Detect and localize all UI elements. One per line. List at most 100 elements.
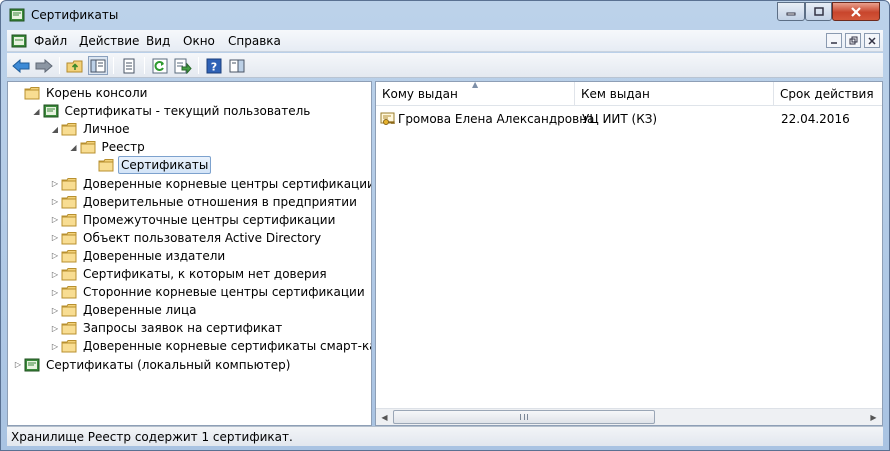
folder-icon xyxy=(24,87,40,100)
export-list-button[interactable] xyxy=(173,56,193,75)
tree-item[interactable]: ◢ Личное xyxy=(49,120,131,138)
maximize-button[interactable] xyxy=(805,2,832,21)
menu-action[interactable]: Действие xyxy=(79,34,139,48)
minimize-button[interactable] xyxy=(777,2,805,21)
collapsed-arrow-icon[interactable]: ▷ xyxy=(12,359,24,371)
scroll-right-button[interactable]: ▶ xyxy=(865,409,882,425)
collapsed-arrow-icon[interactable]: ▷ xyxy=(49,196,61,208)
up-one-level-button[interactable] xyxy=(65,56,85,75)
folder-icon xyxy=(61,195,77,209)
refresh-button[interactable] xyxy=(150,56,170,75)
menu-bar: Файл Действие Вид Окно Справка xyxy=(7,30,883,52)
menu-window[interactable]: Окно xyxy=(183,34,215,48)
column-label: Кем выдан xyxy=(581,87,650,101)
column-issued-by[interactable]: Кем выдан xyxy=(575,82,774,106)
refresh-icon xyxy=(152,58,168,73)
collapsed-arrow-icon[interactable]: ▷ xyxy=(49,178,61,190)
certificate-app-icon xyxy=(9,8,25,22)
folder-icon xyxy=(61,286,77,299)
action-pane-icon xyxy=(229,59,245,72)
svg-text:?: ? xyxy=(211,60,217,73)
back-arrow-icon xyxy=(12,58,30,73)
tree-item-label: Доверительные отношения в предприятии xyxy=(83,194,357,209)
scrollbar-thumb[interactable] xyxy=(393,410,655,424)
tree-item-label: Доверенные лица xyxy=(83,303,197,318)
issued-to-value: Громова Елена Александровна xyxy=(398,112,595,126)
console-tree[interactable]: Корень консоли ◢ Сертификаты - текущий пол… xyxy=(7,81,372,426)
console-icon[interactable] xyxy=(11,33,27,49)
close-button[interactable] xyxy=(832,2,880,21)
folder-icon xyxy=(61,177,77,190)
menu-help[interactable]: Справка xyxy=(228,34,281,48)
tree-item[interactable]: ▷ Сторонние корневые центры сертификации xyxy=(49,283,367,301)
tree-item[interactable]: ▷ Запросы заявок на сертификат xyxy=(49,319,284,337)
list-header: ▲ Кому выдан Кем выдан Срок действия xyxy=(376,82,882,106)
table-row[interactable]: Громова Елена Александровна УЦ ИИТ (КЗ) … xyxy=(376,110,882,128)
cell-issued-to: Громова Елена Александровна xyxy=(380,110,594,128)
properties-icon xyxy=(123,58,135,73)
forward-button[interactable] xyxy=(34,56,54,75)
tree-item[interactable]: ◢ Сертификаты - текущий пользователь xyxy=(31,102,313,120)
column-issued-to[interactable]: ▲ Кому выдан xyxy=(376,82,575,106)
tree-item[interactable]: Сертификаты xyxy=(86,156,212,175)
tree-item[interactable]: ▷ Сертификаты (локальный компьютер) xyxy=(12,356,292,374)
properties-button[interactable] xyxy=(119,56,139,75)
collapsed-arrow-icon[interactable]: ▷ xyxy=(49,340,61,352)
tree-item[interactable]: ◢ Реестр xyxy=(68,138,147,156)
collapsed-arrow-icon[interactable]: ▷ xyxy=(49,214,61,226)
tree-item-label: Реестр xyxy=(101,140,145,155)
tree-item[interactable]: Корень консоли xyxy=(12,84,149,102)
status-bar: Хранилище Реестр содержит 1 сертификат. xyxy=(7,426,883,446)
help-button[interactable]: ? xyxy=(204,56,224,75)
column-expiry[interactable]: Срок действия xyxy=(774,82,882,106)
menu-view[interactable]: Вид xyxy=(146,34,170,48)
tree-item-label: Сертификаты, к которым нет доверия xyxy=(83,267,327,281)
tree-item[interactable]: ▷ Доверенные корневые сертификаты смарт-к… xyxy=(49,337,372,355)
export-list-icon xyxy=(174,58,192,74)
folder-icon xyxy=(80,141,95,154)
tree-item[interactable]: ▷ Доверенные корневые центры сертификации xyxy=(49,175,372,193)
tree-item[interactable]: ▷ Промежуточные центры сертификации xyxy=(49,211,337,229)
back-button[interactable] xyxy=(11,56,31,75)
menu-file[interactable]: Файл xyxy=(34,34,67,48)
collapsed-arrow-icon[interactable]: ▷ xyxy=(49,286,61,298)
tree-item[interactable]: ▷ Доверенные лица xyxy=(49,301,199,319)
main-window: Сертификаты Файл Действие Вид Окно Справ… xyxy=(0,0,890,451)
help-icon: ? xyxy=(206,58,222,73)
tree-item[interactable]: ▷ Доверительные отношения в предприятии xyxy=(49,193,359,211)
tree-item[interactable]: ▷ Сертификаты, к которым нет доверия xyxy=(49,265,329,283)
tree-item[interactable]: ▷ Доверенные издатели xyxy=(49,247,227,265)
collapsed-arrow-icon[interactable]: ▷ xyxy=(49,304,61,316)
tree-item-label: Сертификаты (локальный компьютер) xyxy=(46,357,291,372)
show-hide-action-pane-button[interactable] xyxy=(227,56,247,75)
certificate-list[interactable]: ▲ Кому выдан Кем выдан Срок действия Гро… xyxy=(375,81,883,426)
grip-icon xyxy=(520,414,528,420)
collapsed-arrow-icon[interactable]: ▷ xyxy=(49,322,61,334)
collapsed-arrow-icon[interactable]: ▷ xyxy=(49,232,61,244)
certificate-snapin-icon xyxy=(24,358,40,371)
horizontal-scrollbar[interactable]: ◀ ▶ xyxy=(376,408,882,425)
console-tree-icon xyxy=(90,59,106,72)
show-hide-tree-button[interactable] xyxy=(88,56,108,75)
expanded-arrow-icon[interactable]: ◢ xyxy=(68,141,80,153)
collapsed-arrow-icon[interactable]: ▷ xyxy=(49,250,61,262)
tree-item-label: Доверенные издатели xyxy=(83,248,226,263)
restore-icon xyxy=(849,36,857,45)
column-label: Срок действия xyxy=(780,87,874,101)
folder-icon xyxy=(61,304,77,317)
expanded-arrow-icon[interactable]: ◢ xyxy=(31,105,43,117)
folder-icon xyxy=(61,231,77,245)
tree-item-label: Доверенные корневые сертификаты смарт-ка… xyxy=(83,339,372,354)
expanded-arrow-icon[interactable]: ◢ xyxy=(49,123,61,135)
forward-arrow-icon xyxy=(35,58,53,73)
child-minimize-button[interactable] xyxy=(826,33,842,48)
scroll-left-button[interactable]: ◀ xyxy=(376,409,393,425)
tree-item[interactable]: ▷ Объект пользователя Active Directory xyxy=(49,229,323,247)
tree-item-label: Сертификаты - текущий пользователь xyxy=(64,104,311,119)
collapsed-arrow-icon[interactable]: ▷ xyxy=(49,268,61,280)
title-bar[interactable]: Сертификаты xyxy=(1,1,889,30)
child-restore-button[interactable] xyxy=(845,33,861,48)
child-close-button[interactable] xyxy=(864,33,880,48)
tree-item-label: Доверенные корневые центры сертификации xyxy=(83,176,372,191)
tree-item-label: Сертификаты xyxy=(118,156,212,175)
